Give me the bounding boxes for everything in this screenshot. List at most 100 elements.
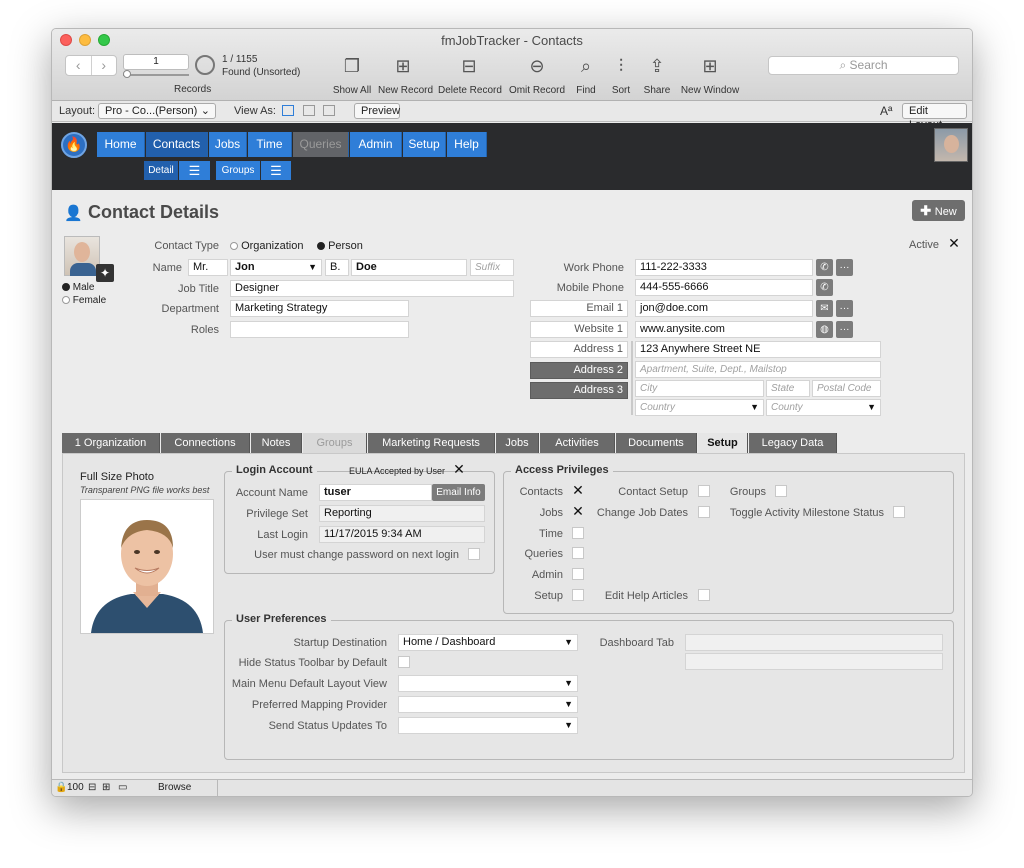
type-organization[interactable]: Organization bbox=[230, 240, 303, 252]
priv-queries-checkbox[interactable] bbox=[572, 547, 584, 559]
mode-label[interactable]: Browse bbox=[158, 782, 191, 793]
nav-tab-admin[interactable]: Admin bbox=[350, 132, 402, 157]
find-button[interactable]: ⌕ Find bbox=[573, 55, 599, 96]
font-size-icon[interactable]: Aª bbox=[880, 104, 892, 118]
address1-label[interactable]: Address 1 bbox=[530, 341, 628, 358]
postal-code-field[interactable]: Postal Code bbox=[812, 380, 881, 397]
priv-time-checkbox[interactable] bbox=[572, 527, 584, 539]
record-slider[interactable] bbox=[123, 70, 189, 78]
new-record-button[interactable]: ⊞ New Record bbox=[378, 55, 433, 96]
tab-activities[interactable]: Activities bbox=[540, 433, 615, 453]
website-field[interactable]: www.anysite.com bbox=[635, 321, 813, 338]
dashboard-tab-field[interactable] bbox=[685, 634, 943, 651]
envelope-icon[interactable]: ✉ bbox=[816, 300, 833, 317]
address3-label[interactable]: Address 3 bbox=[530, 382, 628, 399]
gender-female[interactable]: Female bbox=[62, 295, 106, 306]
nav-tab-jobs[interactable]: Jobs bbox=[209, 132, 247, 157]
type-person[interactable]: Person bbox=[317, 240, 363, 252]
email-field[interactable]: jon@doe.com bbox=[635, 300, 813, 317]
county-dropdown-icon[interactable]: ▼ bbox=[867, 400, 876, 415]
tab-organization[interactable]: 1 Organization bbox=[62, 433, 160, 453]
middle-name-field[interactable]: B. bbox=[325, 259, 349, 276]
priv-contact-setup-checkbox[interactable] bbox=[698, 485, 710, 497]
subtab-detail[interactable]: Detail bbox=[144, 161, 178, 180]
main-menu-chevron-down-icon[interactable]: ▼ bbox=[564, 676, 573, 691]
phone-icon[interactable]: ✆ bbox=[816, 259, 833, 276]
flame-logo-icon[interactable]: 🔥 bbox=[61, 132, 87, 158]
subtab-groups[interactable]: Groups bbox=[216, 161, 260, 180]
tab-legacy-data[interactable]: Legacy Data bbox=[749, 433, 837, 453]
groups-list-icon[interactable]: ☰ bbox=[261, 161, 291, 180]
list-view-icon[interactable] bbox=[303, 105, 315, 116]
female-radio[interactable] bbox=[62, 296, 70, 305]
job-title-field[interactable]: Designer bbox=[230, 280, 514, 297]
city-field[interactable]: City bbox=[635, 380, 764, 397]
last-name-field[interactable]: Doe bbox=[351, 259, 467, 276]
zoom-in-icon[interactable]: ⊞ bbox=[102, 782, 110, 793]
organization-radio[interactable] bbox=[230, 242, 238, 251]
change-password-checkbox[interactable] bbox=[468, 548, 480, 560]
tab-documents[interactable]: Documents bbox=[616, 433, 697, 453]
priv-admin-checkbox[interactable] bbox=[572, 568, 584, 580]
priv-setup-checkbox[interactable] bbox=[572, 589, 584, 601]
hide-status-checkbox[interactable] bbox=[398, 656, 410, 668]
next-record-icon[interactable]: › bbox=[92, 56, 117, 75]
work-phone-field[interactable]: 111-222-3333 bbox=[635, 259, 813, 276]
detail-list-icon[interactable]: ☰ bbox=[179, 161, 210, 180]
edit-layout-button[interactable]: Edit Layout bbox=[902, 103, 967, 131]
mapping-chevron-down-icon[interactable]: ▼ bbox=[564, 697, 573, 712]
nav-tab-setup[interactable]: Setup bbox=[403, 132, 446, 157]
status-updates-select[interactable]: ▼ bbox=[398, 717, 578, 734]
omit-record-button[interactable]: ⊖ Omit Record bbox=[508, 55, 566, 96]
startup-chevron-down-icon[interactable]: ▼ bbox=[564, 635, 573, 650]
account-name-field[interactable]: tuser bbox=[319, 484, 432, 501]
priv-edit-help-checkbox[interactable] bbox=[698, 589, 710, 601]
mobile-phone-icon[interactable]: ✆ bbox=[816, 279, 833, 296]
show-all-button[interactable]: ❐ Show All bbox=[332, 55, 372, 96]
more-options-icon[interactable]: ··· bbox=[836, 259, 853, 276]
share-button[interactable]: ⇪ Share bbox=[642, 55, 672, 96]
zoom-level[interactable]: 100 bbox=[67, 782, 84, 793]
startup-destination-select[interactable]: Home / Dashboard ▼ bbox=[398, 634, 578, 651]
dashboard-tab-field-2[interactable] bbox=[685, 653, 943, 670]
status-updates-chevron-down-icon[interactable]: ▼ bbox=[564, 718, 573, 733]
priv-contacts-checkbox[interactable]: ✕ bbox=[572, 483, 584, 497]
nav-tab-help[interactable]: Help bbox=[447, 132, 487, 157]
toolbar-toggle-icon[interactable]: ▭ bbox=[118, 782, 127, 793]
email-label[interactable]: Email 1 bbox=[530, 300, 628, 317]
county-field[interactable]: County ▼ bbox=[766, 399, 881, 416]
suffix-field[interactable]: Suffix bbox=[470, 259, 514, 276]
privilege-set-field[interactable]: Reporting bbox=[319, 505, 485, 522]
preview-button[interactable]: Preview bbox=[354, 103, 400, 119]
full-size-photo[interactable] bbox=[80, 499, 214, 634]
form-view-icon[interactable] bbox=[282, 105, 294, 116]
street-field[interactable]: 123 Anywhere Street NE bbox=[635, 341, 881, 358]
lock-icon[interactable]: 🔒 bbox=[55, 782, 67, 793]
country-dropdown-icon[interactable]: ▼ bbox=[750, 400, 759, 415]
prefix-field[interactable]: Mr. bbox=[188, 259, 228, 276]
state-field[interactable]: State bbox=[766, 380, 810, 397]
new-window-button[interactable]: ⊞ New Window bbox=[680, 55, 740, 96]
tab-connections[interactable]: Connections bbox=[161, 433, 250, 453]
male-radio[interactable] bbox=[62, 283, 70, 292]
record-number-field[interactable]: 1 bbox=[123, 54, 189, 70]
user-avatar[interactable] bbox=[934, 128, 968, 162]
search-input[interactable]: ⌕ Search bbox=[768, 56, 959, 75]
globe-icon[interactable]: ◍ bbox=[816, 321, 833, 338]
email-info-button[interactable]: Email Info bbox=[432, 484, 485, 501]
gender-male[interactable]: Male bbox=[62, 282, 94, 293]
nav-tab-time[interactable]: Time bbox=[248, 132, 292, 157]
tab-jobs[interactable]: Jobs bbox=[496, 433, 539, 453]
priv-toggle-milestone-checkbox[interactable] bbox=[893, 506, 905, 518]
department-field[interactable]: Marketing Strategy bbox=[230, 300, 409, 317]
first-name-field[interactable]: Jon ▼ bbox=[230, 259, 322, 276]
star-badge-icon[interactable]: ✦ bbox=[96, 264, 114, 282]
website-more-icon[interactable]: ··· bbox=[836, 321, 853, 338]
tab-notes[interactable]: Notes bbox=[251, 433, 302, 453]
apartment-field[interactable]: Apartment, Suite, Dept., Mailstop bbox=[635, 361, 881, 378]
new-contact-button[interactable]: ✚ New bbox=[912, 200, 965, 221]
table-view-icon[interactable] bbox=[323, 105, 335, 116]
tab-setup[interactable]: Setup bbox=[698, 433, 748, 453]
active-checkbox[interactable]: ✕ bbox=[948, 236, 960, 250]
mobile-phone-field[interactable]: 444-555-6666 bbox=[635, 279, 813, 296]
